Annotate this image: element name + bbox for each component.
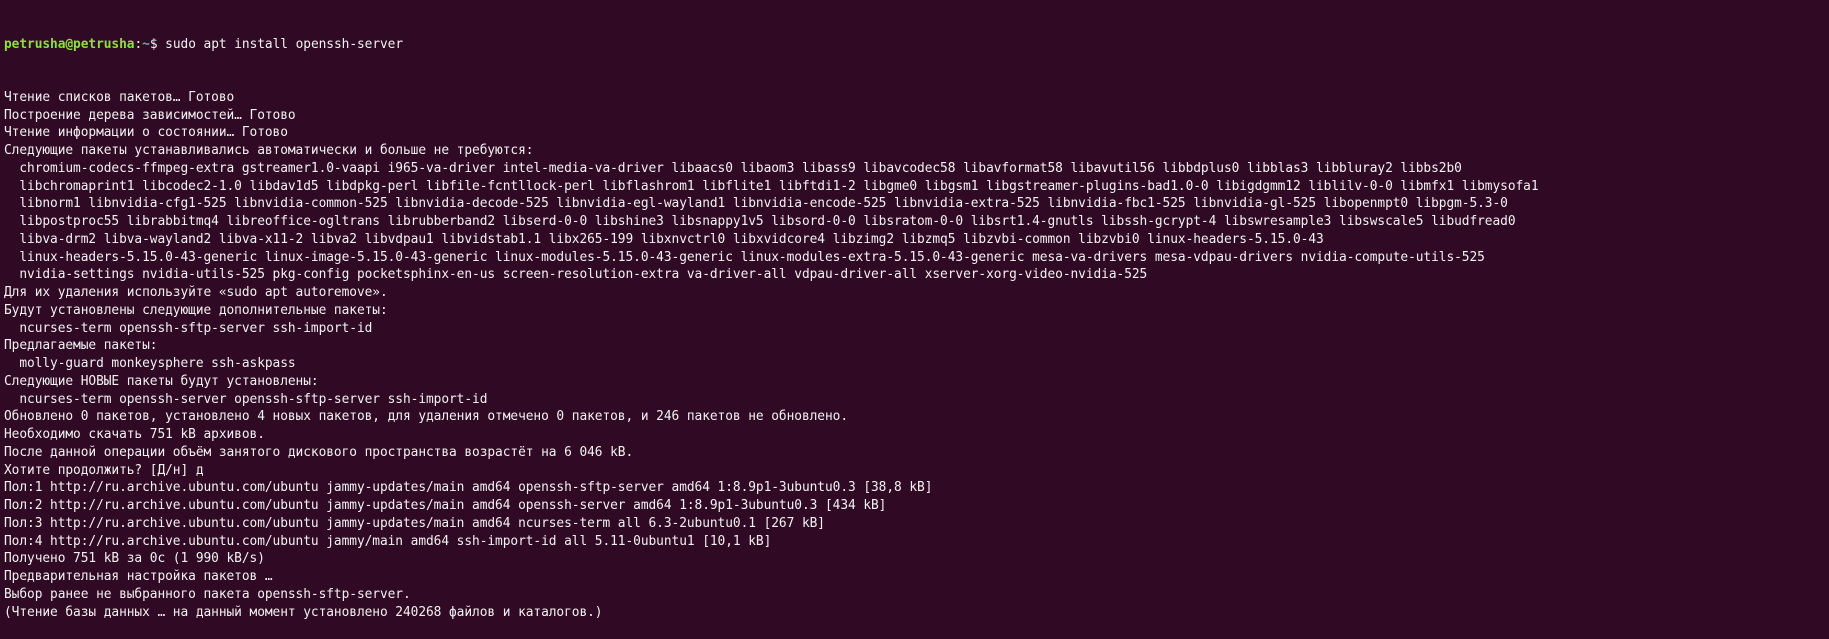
output-line: Будут установлены следующие дополнительн… xyxy=(4,302,388,318)
output-line: Предлагаемые пакеты: xyxy=(4,338,158,354)
output-line: Обновлено 0 пакетов, установлено 4 новых… xyxy=(4,409,848,425)
output-line: Следующие НОВЫЕ пакеты будут установлены… xyxy=(4,373,319,389)
terminal-output: Чтение списков пакетов… Готово Построение… xyxy=(4,89,1829,622)
command-text: sudo apt install openssh-server xyxy=(165,36,404,52)
output-line: После данной операции объём занятого дис… xyxy=(4,444,634,460)
output-line: Чтение информации о состоянии… Готово xyxy=(4,125,288,141)
output-line: Предварительная настройка пакетов … xyxy=(4,569,273,584)
output-line: (Чтение базы данных … на данный момент у… xyxy=(4,604,603,620)
output-line: libpostproc55 librabbitmq4 libreoffice-o… xyxy=(4,214,1516,229)
output-line: Для их удаления используйте «sudo apt au… xyxy=(4,285,388,300)
output-line: Следующие пакеты устанавливались автомат… xyxy=(4,143,534,158)
output-line: Пол:3 http://ru.archive.ubuntu.com/ubunt… xyxy=(4,515,825,531)
output-line: Пол:2 http://ru.archive.ubuntu.com/ubunt… xyxy=(4,498,887,513)
output-line: Чтение списков пакетов… Готово xyxy=(4,89,235,105)
output-line: Получено 751 kB за 0c (1 990 kB/s) xyxy=(4,551,265,567)
output-line: Выбор ранее не выбранного пакета openssh… xyxy=(4,586,411,602)
output-line: libnorm1 libnvidia-cfg1-525 libnvidia-co… xyxy=(4,196,1508,212)
output-line: libchromaprint1 libcodec2-1.0 libdav1d5 … xyxy=(4,178,1539,194)
output-line: ncurses-term openssh-sftp-server ssh-imp… xyxy=(4,320,373,336)
prompt-separator: : xyxy=(134,36,143,52)
output-line: Построение дерева зависимостей… Готово xyxy=(4,107,296,123)
output-line: Хотите продолжить? [Д/н] д xyxy=(4,462,204,478)
prompt-symbol: $ xyxy=(149,36,166,52)
prompt-line: petrusha@petrusha:~$ sudo apt install op… xyxy=(4,36,1829,54)
prompt-user-host: petrusha@petrusha xyxy=(4,36,135,52)
output-line: Пол:4 http://ru.archive.ubuntu.com/ubunt… xyxy=(4,533,772,549)
terminal-window[interactable]: petrusha@petrusha:~$ sudo apt install op… xyxy=(0,0,1829,639)
output-line: linux-headers-5.15.0-43-generic linux-im… xyxy=(4,249,1485,265)
output-line: Пол:1 http://ru.archive.ubuntu.com/ubunt… xyxy=(4,480,933,496)
output-line: nvidia-settings nvidia-utils-525 pkg-con… xyxy=(4,267,1148,283)
output-line: molly-guard monkeysphere ssh-askpass xyxy=(4,356,296,371)
output-line: libva-drm2 libva-wayland2 libva-x11-2 li… xyxy=(4,231,1324,247)
output-line: chromium-codecs-ffmpeg-extra gstreamer1.… xyxy=(4,160,1462,176)
prompt-path: ~ xyxy=(142,36,150,52)
output-line: Необходимо скачать 751 kB архивов. xyxy=(4,427,265,442)
output-line: ncurses-term openssh-server openssh-sftp… xyxy=(4,391,488,407)
